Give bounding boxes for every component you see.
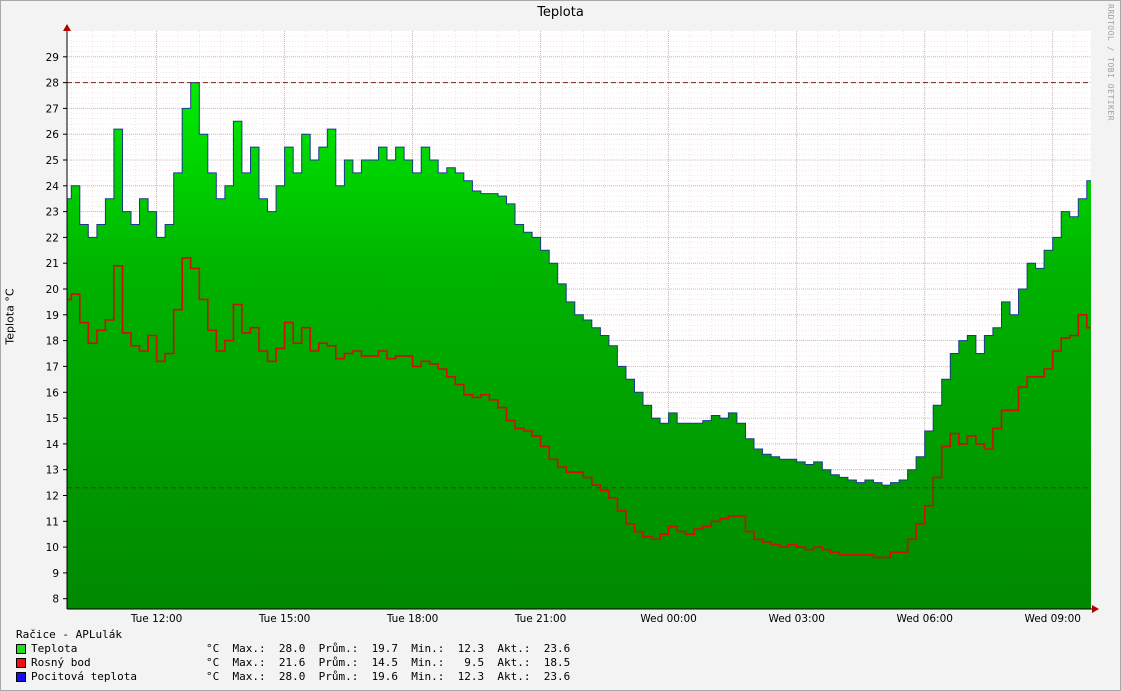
- x-tick-label: Wed 06:00: [896, 613, 953, 625]
- y-tick-label: 14: [46, 439, 60, 451]
- y-tick-label: 26: [46, 129, 60, 141]
- y-axis-arrow-icon: [63, 24, 71, 31]
- legend-swatch-rosny-bod: [16, 658, 26, 668]
- legend-row-pocitova-teplota: Pocitová teplota °C Max.: 28.0 Prům.: 19…: [16, 670, 570, 684]
- x-tick-label: Wed 03:00: [768, 613, 825, 625]
- legend-swatch-pocitova-teplota: [16, 672, 26, 682]
- legend-name: Pocitová teplota: [31, 670, 137, 683]
- legend-stats: °C Max.: 21.6 Prům.: 14.5 Min.: 9.5 Akt.…: [206, 656, 571, 669]
- y-tick-label: 29: [46, 52, 59, 64]
- x-tick-label: Tue 18:00: [386, 613, 439, 625]
- y-tick-label: 11: [46, 516, 59, 528]
- y-tick-label: 27: [46, 103, 59, 115]
- y-tick-label: 12: [46, 491, 59, 503]
- y-tick-label: 25: [46, 155, 59, 167]
- x-tick-label: Tue 21:00: [514, 613, 567, 625]
- y-tick-label: 22: [46, 232, 59, 244]
- temperature-chart: Tue 12:00 Tue 15:00 Tue 18:00 Tue 21:00 Wed …: [46, 24, 1099, 625]
- y-tick-label: 16: [46, 387, 60, 399]
- x-axis-arrow-icon: [1092, 605, 1099, 613]
- legend: Račice - APLulák Teplota °C Max.: 28.0 P…: [16, 628, 570, 684]
- y-tick-label: 23: [46, 207, 59, 219]
- legend-name: Teplota: [31, 642, 78, 655]
- y-tick-label: 19: [46, 310, 59, 322]
- legend-stats: °C Max.: 28.0 Prům.: 19.7 Min.: 12.3 Akt…: [206, 642, 571, 655]
- y-tick-label: 28: [46, 78, 59, 90]
- y-tick-label: 15: [46, 413, 59, 425]
- legend-station: Račice - APLulák: [16, 628, 122, 641]
- y-tick-label: 8: [52, 594, 59, 606]
- x-tick-label: Tue 12:00: [130, 613, 183, 625]
- x-tick-label: Tue 15:00: [258, 613, 311, 625]
- legend-name: Rosný bod: [31, 656, 91, 669]
- y-tick-label: 9: [52, 568, 59, 580]
- x-tick-label: Wed 09:00: [1024, 613, 1081, 625]
- legend-swatch-teplota: [16, 644, 26, 654]
- y-tick-label: 10: [46, 542, 59, 554]
- y-tick-label: 13: [46, 465, 59, 477]
- x-tick-label: Wed 00:00: [640, 613, 697, 625]
- legend-stats: °C Max.: 28.0 Prům.: 19.6 Min.: 12.3 Akt…: [206, 670, 571, 683]
- y-tick-label: 17: [46, 361, 59, 373]
- legend-row-teplota: Teplota °C Max.: 28.0 Prům.: 19.7 Min.: …: [16, 642, 570, 656]
- y-tick-label: 24: [46, 181, 60, 193]
- y-tick-label: 20: [46, 284, 59, 296]
- legend-row-rosny-bod: Rosný bod °C Max.: 21.6 Prům.: 14.5 Min.…: [16, 656, 570, 670]
- y-tick-label: 18: [46, 336, 59, 348]
- y-tick-label: 21: [46, 258, 59, 270]
